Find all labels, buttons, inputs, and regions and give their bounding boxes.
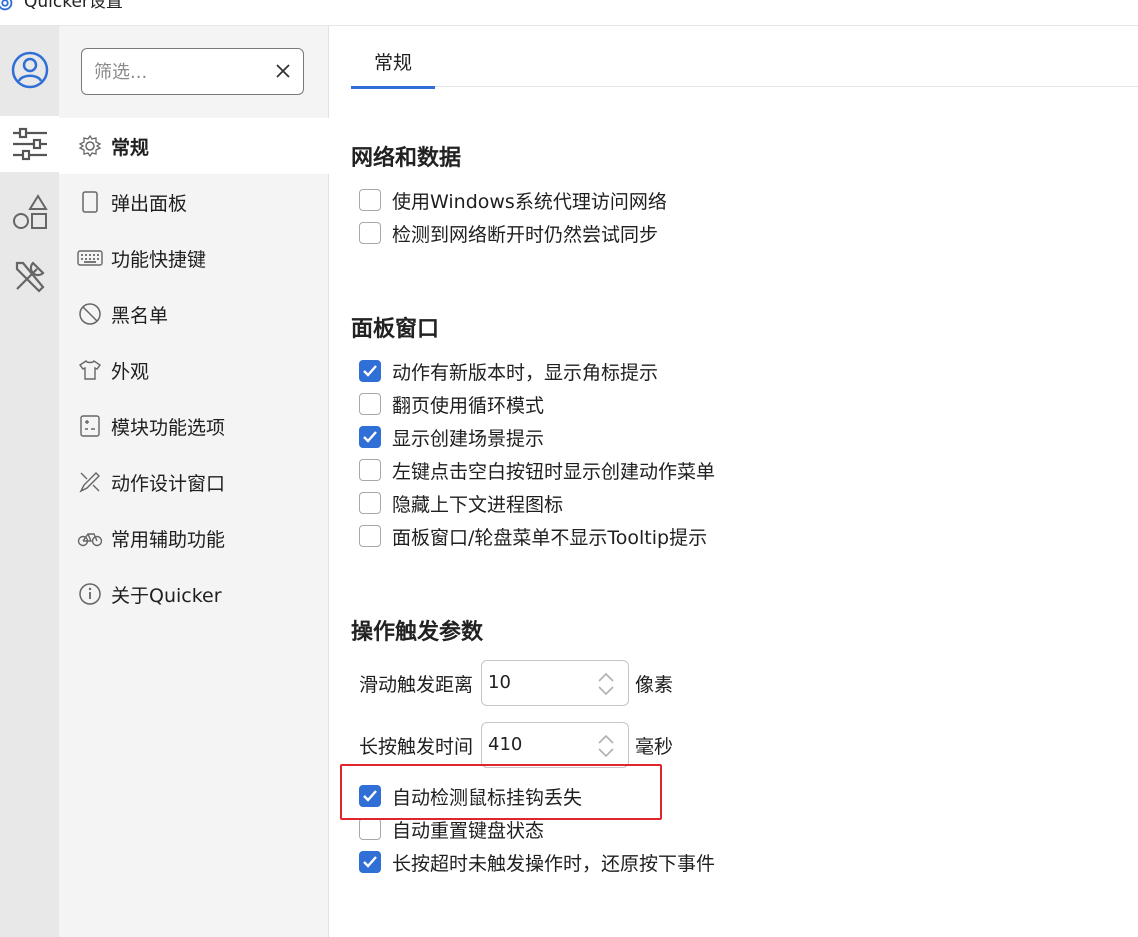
settings-sidebar: 常规 弹出面板 功能快捷键 黑名单 外观 [59, 26, 329, 937]
param-unit: 毫秒 [635, 735, 674, 758]
nav-item-label: 模块功能选项 [111, 416, 226, 439]
rail-item-tools[interactable] [0, 248, 59, 304]
checkmark-icon [363, 365, 377, 377]
checkbox[interactable] [359, 189, 381, 211]
nav-item-popup-panel[interactable]: 弹出面板 [59, 174, 329, 230]
sliders-icon [12, 127, 47, 161]
panel-icon [77, 189, 103, 215]
nav-item-label: 常规 [111, 136, 150, 159]
option-label: 长按超时未触发操作时，还原按下事件 [392, 852, 716, 875]
nav-item-appearance[interactable]: 外观 [59, 342, 329, 398]
tab-underline [351, 86, 435, 89]
option-loop-paging[interactable]: 翻页使用循环模式 [359, 389, 544, 419]
nav-item-about[interactable]: 关于Quicker [59, 566, 329, 622]
checkbox[interactable] [359, 818, 381, 840]
tools-icon [15, 261, 45, 293]
rail-item-settings[interactable] [0, 116, 59, 172]
section-title-panel: 面板窗口 [351, 317, 440, 342]
design-icon [77, 469, 103, 495]
nav-item-label: 动作设计窗口 [111, 472, 226, 495]
nav-item-blacklist[interactable]: 黑名单 [59, 286, 329, 342]
option-restore-press-event[interactable]: 长按超时未触发操作时，还原按下事件 [359, 847, 715, 877]
param-label: 滑动触发距离 [359, 673, 474, 696]
option-label: 翻页使用循环模式 [392, 394, 545, 417]
nav-item-label: 弹出面板 [111, 192, 188, 215]
rail-item-shapes[interactable] [0, 184, 59, 240]
filter-input[interactable] [94, 59, 264, 85]
option-label: 隐藏上下文进程图标 [392, 493, 564, 516]
option-use-system-proxy[interactable]: 使用Windows系统代理访问网络 [359, 185, 667, 215]
long-press-time-stepper[interactable]: 410 [481, 722, 630, 768]
window-title: Quicker设置 [24, 0, 123, 12]
option-label: 显示创建场景提示 [392, 427, 545, 450]
nav-item-module-options[interactable]: 模块功能选项 [59, 398, 329, 454]
option-hide-tooltip[interactable]: 面板窗口/轮盘菜单不显示Tooltip提示 [359, 521, 707, 551]
section-title-trigger: 操作触发参数 [351, 620, 484, 645]
filter-box [81, 48, 304, 95]
checkbox[interactable] [359, 525, 381, 547]
settings-nav: 常规 弹出面板 功能快捷键 黑名单 外观 模块功能选项 动作设计窗口 常用辅助功… [59, 118, 329, 622]
nav-item-hotkeys[interactable]: 功能快捷键 [59, 230, 329, 286]
close-icon[interactable] [275, 63, 291, 79]
option-label: 检测到网络断开时仍然尝试同步 [392, 223, 659, 246]
checkbox[interactable] [359, 851, 381, 873]
option-label: 使用Windows系统代理访问网络 [392, 190, 667, 213]
nav-item-general[interactable]: 常规 [59, 118, 329, 174]
checkbox[interactable] [359, 393, 381, 415]
nav-item-label: 关于Quicker [111, 584, 222, 607]
module-icon [77, 413, 103, 439]
checkmark-icon [363, 856, 377, 868]
rail-item-user[interactable] [0, 42, 59, 98]
tab-general[interactable]: 常规 [351, 44, 435, 89]
option-empty-button-menu[interactable]: 左键点击空白按钮时显示创建动作菜单 [359, 455, 715, 485]
param-swipe-distance: 滑动触发距离 10 像素 [359, 660, 673, 706]
param-long-press-time: 长按触发时间 410 毫秒 [359, 722, 673, 768]
swipe-distance-stepper[interactable]: 10 [481, 660, 630, 706]
icon-rail [0, 26, 59, 937]
tab-label: 常规 [373, 52, 412, 74]
block-icon [77, 301, 103, 327]
param-label: 长按触发时间 [359, 735, 474, 758]
section-title-network: 网络和数据 [351, 146, 462, 171]
keyboard-icon [77, 245, 103, 271]
checkbox[interactable] [359, 360, 381, 382]
checkbox[interactable] [359, 459, 381, 481]
shirt-icon [77, 357, 103, 383]
option-label: 动作有新版本时，显示角标提示 [392, 361, 659, 384]
checkbox[interactable] [359, 492, 381, 514]
option-new-version-badge[interactable]: 动作有新版本时，显示角标提示 [359, 356, 658, 386]
nav-item-accessibility[interactable]: 常用辅助功能 [59, 510, 329, 566]
tab-bar: 常规 [351, 44, 1138, 89]
option-retry-sync[interactable]: 检测到网络断开时仍然尝试同步 [359, 218, 658, 248]
bike-icon [77, 525, 103, 551]
info-icon [77, 581, 103, 607]
nav-item-action-designer[interactable]: 动作设计窗口 [59, 454, 329, 510]
checkbox[interactable] [359, 426, 381, 448]
nav-item-label: 常用辅助功能 [111, 528, 226, 551]
nav-item-label: 黑名单 [111, 304, 169, 327]
option-hide-process-icon[interactable]: 隐藏上下文进程图标 [359, 488, 563, 518]
user-icon [11, 51, 48, 89]
stepper-value[interactable]: 410 [488, 734, 522, 755]
stepper-value[interactable]: 10 [488, 672, 511, 693]
option-label: 左键点击空白按钮时显示创建动作菜单 [392, 460, 716, 483]
gear-icon [0, 0, 13, 11]
nav-item-label: 外观 [111, 360, 150, 383]
checkbox[interactable] [359, 222, 381, 244]
option-scene-hint[interactable]: 显示创建场景提示 [359, 422, 544, 452]
shapes-icon [12, 194, 48, 229]
nav-item-label: 功能快捷键 [111, 248, 207, 271]
title-bar: Quicker设置 [0, 0, 1138, 26]
param-unit: 像素 [635, 673, 674, 696]
option-label: 面板窗口/轮盘菜单不显示Tooltip提示 [392, 526, 708, 549]
highlight-annotation [340, 764, 662, 820]
spinner-arrows-icon[interactable] [596, 733, 616, 759]
gear-icon [77, 133, 103, 159]
spinner-arrows-icon[interactable] [596, 671, 616, 697]
checkmark-icon [363, 431, 377, 443]
